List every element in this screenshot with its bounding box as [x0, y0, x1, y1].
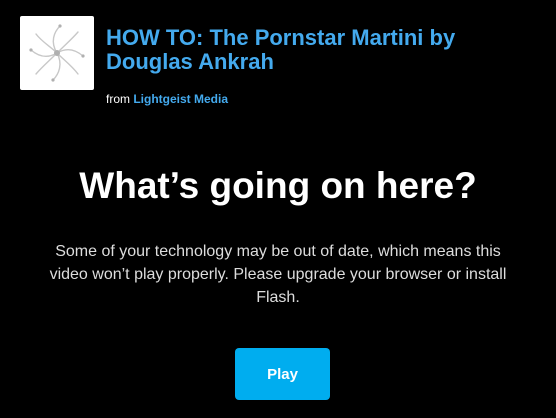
video-title-link[interactable]: HOW TO: The Pornstar Martini by Douglas …: [106, 26, 546, 74]
video-header: HOW TO: The Pornstar Martini by Douglas …: [20, 16, 540, 112]
byline-prefix: from: [106, 92, 134, 106]
play-button[interactable]: Play: [235, 348, 330, 400]
starburst-logo-icon: [29, 24, 85, 82]
channel-logo[interactable]: [20, 16, 94, 90]
publisher-link[interactable]: Lightgeist Media: [133, 92, 228, 106]
notice-message: Some of your technology may be out of da…: [49, 243, 507, 306]
byline: from Lightgeist Media: [106, 92, 228, 106]
notice-heading: What’s going on here?: [79, 165, 477, 206]
